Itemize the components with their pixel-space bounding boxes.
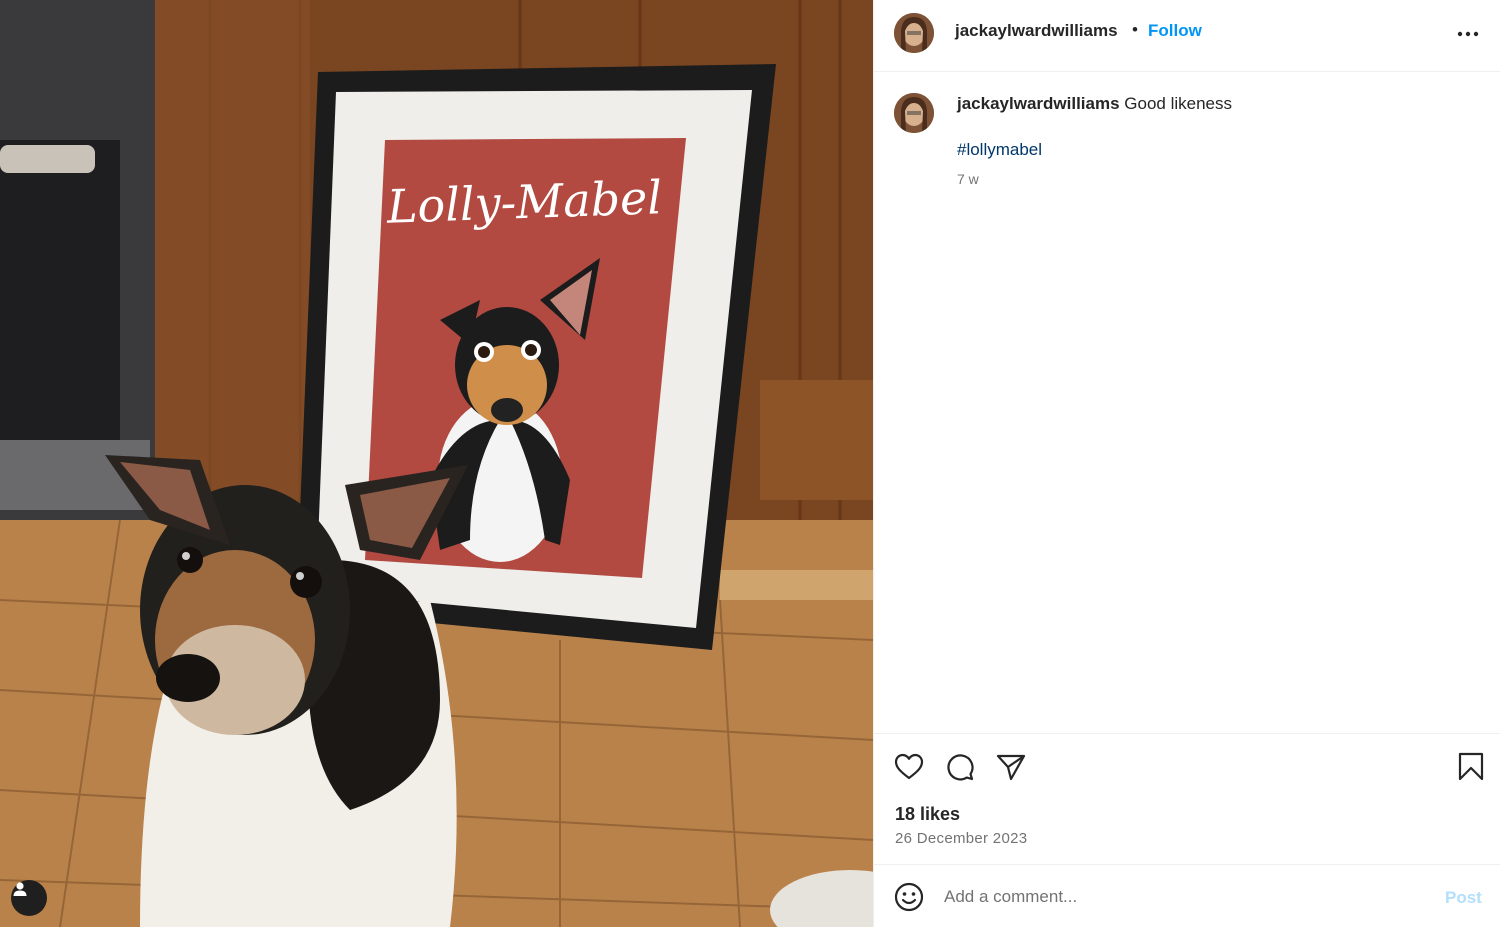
caption-hashtag[interactable]: #lollymabel (957, 140, 1042, 160)
post-container: Lolly-Mabel jackaylwardwilliams • Follow… (0, 0, 1500, 927)
like-button[interactable] (892, 750, 926, 784)
caption-username[interactable]: jackaylwardwilliams (957, 94, 1120, 113)
avatar-image (894, 93, 934, 133)
save-button[interactable] (1454, 750, 1488, 784)
frame-title-text: Lolly-Mabel (385, 170, 663, 234)
post-date: 26 December 2023 (895, 830, 1028, 847)
send-icon (996, 754, 1026, 781)
post-author-username[interactable]: jackaylwardwilliams (955, 21, 1118, 41)
caption-avatar[interactable] (894, 93, 934, 133)
separator-dot: • (1132, 20, 1138, 39)
more-horizontal-icon (1457, 31, 1479, 37)
post-caption: jackaylwardwilliams Good likeness (957, 94, 1232, 114)
post-photo[interactable]: Lolly-Mabel (0, 0, 873, 927)
avatar[interactable] (894, 13, 934, 53)
post-sidebar: jackaylwardwilliams • Follow jackaylward… (873, 0, 1500, 927)
comment-icon (947, 754, 974, 781)
user-icon (13, 882, 27, 896)
post-header: jackaylwardwilliams • Follow (874, 0, 1500, 72)
post-actions: 18 likes 26 December 2023 (874, 733, 1500, 865)
post-comment-button[interactable]: Post (1445, 888, 1482, 908)
avatar-image (894, 13, 934, 53)
comment-input[interactable] (944, 883, 1414, 911)
tagged-users-button[interactable] (11, 880, 47, 916)
emoji-icon (894, 882, 924, 912)
follow-button[interactable]: Follow (1148, 21, 1202, 41)
heart-icon (894, 753, 924, 780)
caption-text: Good likeness (1124, 94, 1233, 113)
comment-form: Post (874, 864, 1500, 928)
more-options-button[interactable] (1450, 18, 1486, 50)
comment-button[interactable] (943, 750, 977, 784)
share-button[interactable] (994, 750, 1028, 784)
emoji-button[interactable] (892, 880, 926, 914)
bookmark-icon (1458, 752, 1484, 781)
caption-time-ago: 7 w (957, 171, 979, 187)
likes-count[interactable]: 18 likes (895, 804, 960, 825)
photo-illustration: Lolly-Mabel (0, 0, 873, 927)
